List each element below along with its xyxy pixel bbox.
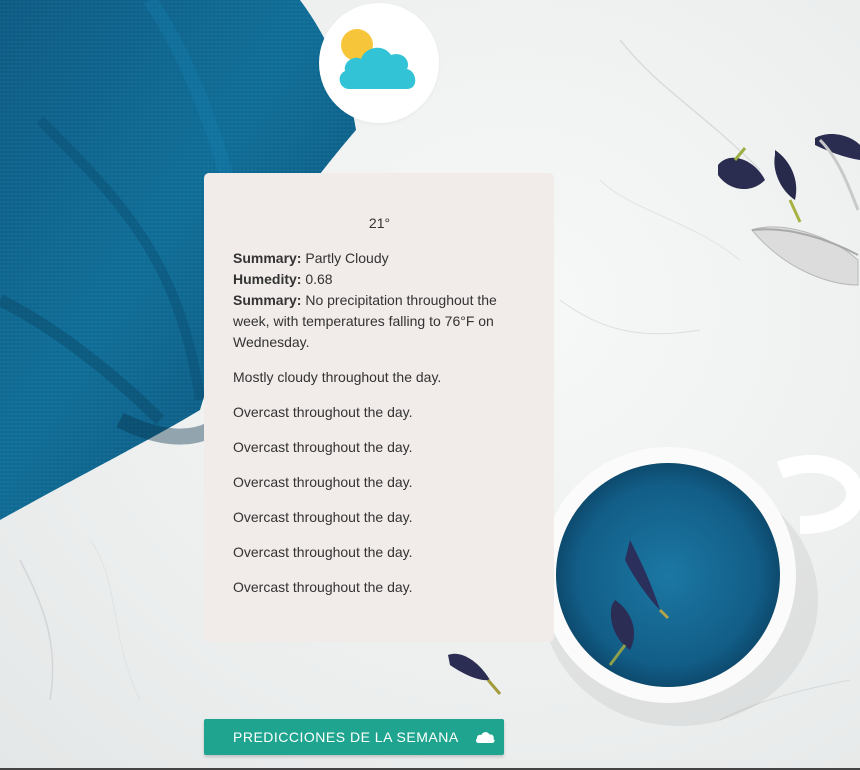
daily-item: Overcast throughout the day. bbox=[233, 579, 413, 595]
week-forecast-button-label: PREDICCIONES DE LA SEMANA bbox=[233, 729, 459, 745]
daily-item: Overcast throughout the day. bbox=[233, 474, 413, 490]
humidity-label: Humedity: bbox=[233, 271, 302, 287]
week-summary-label: Summary: bbox=[233, 292, 302, 308]
summary-value: Partly Cloudy bbox=[301, 250, 389, 266]
temperature: 21° bbox=[368, 215, 391, 231]
cloud-icon bbox=[475, 732, 495, 743]
daily-item: Mostly cloudy throughout the day. bbox=[233, 369, 442, 385]
daily-item: Overcast throughout the day. bbox=[233, 404, 413, 420]
weather-logo bbox=[319, 3, 439, 123]
humidity-value: 0.68 bbox=[301, 271, 333, 287]
daily-forecast-list: Mostly cloudy throughout the day. Overca… bbox=[233, 367, 526, 598]
weather-card: 21° Summary: Partly Cloudy Humedity: 0.6… bbox=[204, 173, 554, 642]
partly-cloudy-icon bbox=[339, 29, 416, 89]
daily-item: Overcast throughout the day. bbox=[233, 439, 413, 455]
daily-item: Overcast throughout the day. bbox=[233, 509, 413, 525]
summary-row: Summary: Partly Cloudy bbox=[233, 248, 526, 269]
summary-label: Summary: bbox=[233, 250, 302, 266]
week-summary-row: Summary: No precipitation throughout the… bbox=[233, 290, 526, 353]
week-forecast-button[interactable]: PREDICCIONES DE LA SEMANA bbox=[204, 719, 504, 755]
daily-item: Overcast throughout the day. bbox=[233, 544, 413, 560]
page: 21° Summary: Partly Cloudy Humedity: 0.6… bbox=[0, 0, 860, 770]
humidity-row: Humedity: 0.68 bbox=[233, 269, 526, 290]
